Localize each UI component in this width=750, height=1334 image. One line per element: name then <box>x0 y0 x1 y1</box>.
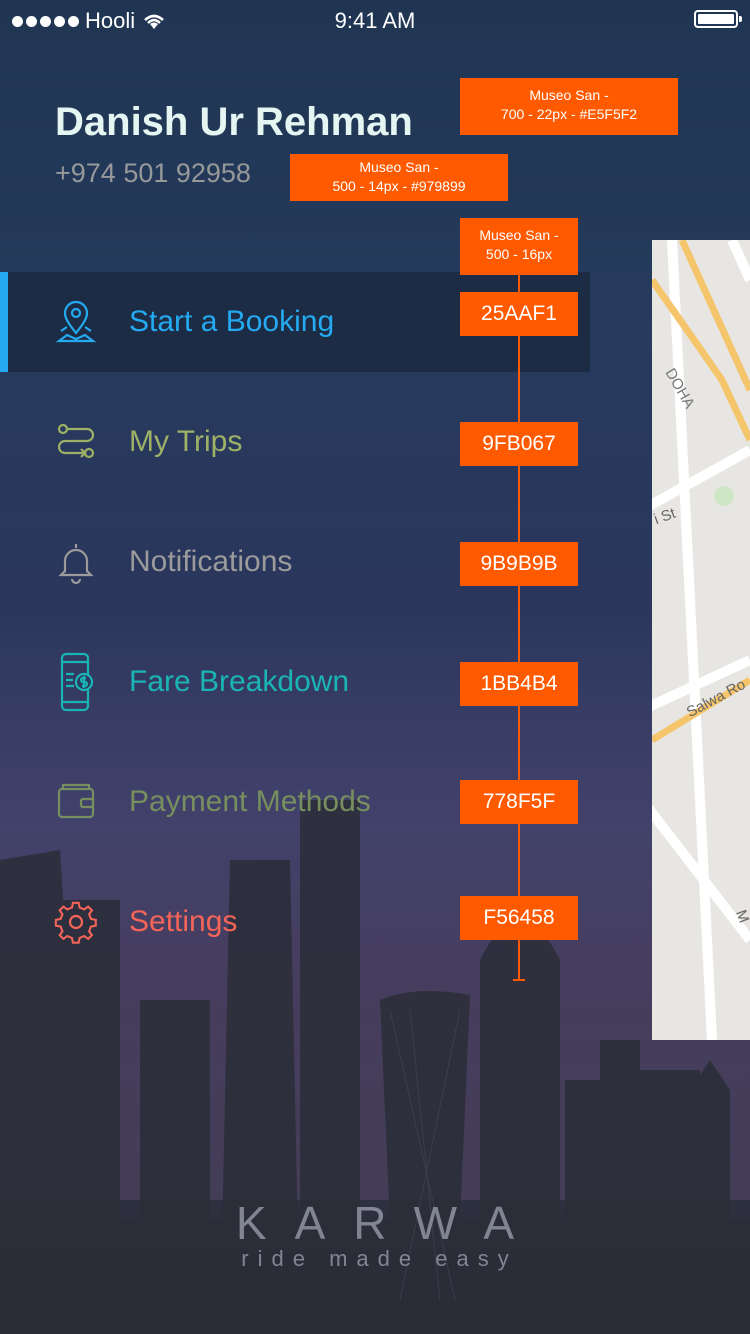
status-time: 9:41 AM <box>334 8 416 33</box>
annotation-color-code: 9FB067 <box>460 422 578 466</box>
annotation-name-spec: Museo San - 700 - 22px - #E5F5F2 <box>460 78 678 135</box>
logo-tagline: ride made easy <box>241 1246 518 1271</box>
annotation-phone-spec-line1: Museo San - <box>359 159 439 175</box>
logo-brand: KARWA <box>235 1197 543 1249</box>
menu-label-settings: Settings <box>129 905 238 938</box>
annotation-guide-cap <box>513 979 525 981</box>
bell-icon <box>58 544 94 585</box>
wallet-icon <box>57 783 95 819</box>
annotation-color-code: 25AAF1 <box>460 292 578 336</box>
annotation-name-spec-line1: Museo San - <box>529 87 609 103</box>
karwa-logo: KARWA ride made easy <box>0 1196 750 1272</box>
annotation-menu-spec-line2: 500 - 16px <box>485 246 553 262</box>
annotation-name-spec-line2: 700 - 22px - #E5F5F2 <box>500 106 638 122</box>
annotation-color-code: F56458 <box>460 896 578 940</box>
route-icon <box>57 423 95 459</box>
location-pin-icon <box>55 300 97 343</box>
menu-label-start-booking: Start a Booking <box>129 305 335 338</box>
user-name: Danish Ur Rehman <box>55 100 413 144</box>
annotation-phone-spec-line2: 500 - 14px - #979899 <box>332 178 466 194</box>
menu-label-notifications: Notifications <box>129 545 293 578</box>
menu-label-my-trips: My Trips <box>129 425 243 458</box>
menu-label-fare-breakdown: Fare Breakdown <box>129 665 350 698</box>
annotation-color-code: 778F5F <box>460 780 578 824</box>
gear-icon <box>54 901 97 944</box>
status-bar: Hooli 9:41 AM <box>0 0 750 40</box>
phone-fare-icon <box>60 652 94 712</box>
battery-icon <box>694 10 742 28</box>
user-phone: +974 501 92958 <box>55 158 251 188</box>
annotation-color-code: 1BB4B4 <box>460 662 578 706</box>
annotation-menu-spec-line1: Museo San - <box>479 227 559 243</box>
annotation-guide-line <box>518 272 520 980</box>
annotation-color-code: 9B9B9B <box>460 542 578 586</box>
map-preview[interactable]: DOHA i St Salwa Ro M <box>652 240 750 1040</box>
menu-label-payment-methods: Payment Methods <box>129 785 371 818</box>
annotation-menu-spec: Museo San - 500 - 16px <box>460 218 578 275</box>
annotation-phone-spec: Museo San - 500 - 14px - #979899 <box>290 154 508 201</box>
